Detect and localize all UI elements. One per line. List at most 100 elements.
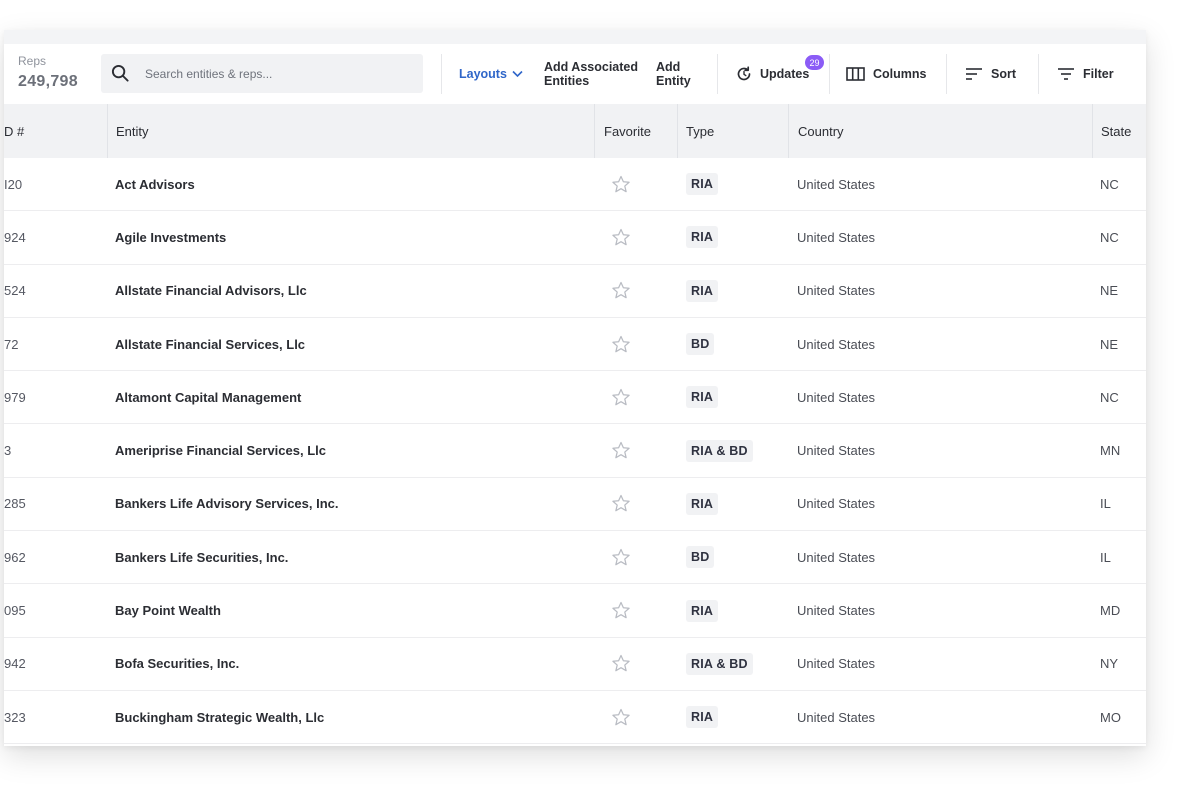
- cell-id: 323: [4, 709, 26, 725]
- cell-entity[interactable]: Bofa Securities, Inc.: [115, 638, 239, 690]
- layouts-label: Layouts: [459, 67, 507, 81]
- star-outline-icon[interactable]: [611, 638, 631, 690]
- cell-type: RIA: [686, 371, 719, 423]
- star-outline-icon[interactable]: [611, 691, 631, 743]
- cell-country: United States: [797, 603, 876, 619]
- type-badge: RIA: [686, 492, 719, 515]
- type-badge: RIA: [686, 706, 719, 729]
- star-outline-icon[interactable]: [611, 584, 631, 636]
- cell-entity[interactable]: Ameriprise Financial Services, Llc: [115, 425, 326, 477]
- cell-type: RIA: [686, 478, 719, 530]
- cell-country: United States: [797, 229, 876, 245]
- star-outline-icon[interactable]: [611, 211, 631, 263]
- column-header-entity[interactable]: Entity: [116, 104, 149, 158]
- toolbar: Reps 249,798 Layouts Add Associated Enti…: [4, 44, 1146, 104]
- toolbar-divider: [441, 54, 442, 94]
- columns-button[interactable]: Columns: [846, 44, 926, 104]
- cell-country: United States: [797, 336, 876, 352]
- star-outline-icon[interactable]: [611, 318, 631, 370]
- star-outline-icon[interactable]: [611, 265, 631, 317]
- cell-entity[interactable]: Bankers Life Advisory Services, Inc.: [115, 478, 339, 530]
- table-row[interactable]: 924 Agile Investments RIA United States NC: [4, 211, 1146, 265]
- cell-entity[interactable]: Bay Point Wealth: [115, 584, 221, 636]
- cell-country: United States: [797, 656, 876, 672]
- add-associated-label-line2: Entities: [544, 74, 590, 88]
- cell-type: BD: [686, 531, 715, 583]
- cell-state: NC: [1100, 229, 1119, 245]
- cell-entity[interactable]: Act Advisors: [115, 158, 195, 210]
- layouts-dropdown[interactable]: Layouts: [459, 44, 523, 104]
- search-icon: [111, 64, 130, 88]
- column-separator: [594, 104, 595, 158]
- cell-type: RIA: [686, 158, 719, 210]
- table-row[interactable]: 524 Allstate Financial Advisors, Llc RIA Un…: [4, 265, 1146, 318]
- type-badge: RIA: [686, 173, 719, 196]
- column-header-favorite[interactable]: Favorite: [604, 104, 651, 158]
- cell-state: IL: [1100, 496, 1111, 512]
- refresh-icon: [736, 66, 752, 82]
- cell-id: 924: [4, 229, 26, 245]
- filter-label: Filter: [1083, 67, 1114, 81]
- table-row[interactable]: 285 Bankers Life Advisory Services, Inc. R…: [4, 478, 1146, 532]
- column-header-id[interactable]: D #: [4, 104, 24, 158]
- cell-country: United States: [797, 443, 876, 459]
- table-row[interactable]: 962 Bankers Life Securities, Inc. BD United…: [4, 531, 1146, 585]
- cell-entity[interactable]: Agile Investments: [115, 211, 226, 263]
- add-associated-entities-button[interactable]: Add Associated Entities: [544, 44, 638, 104]
- cell-country: United States: [797, 709, 876, 725]
- search-box[interactable]: [101, 54, 423, 93]
- sort-button[interactable]: Sort: [965, 44, 1016, 104]
- cell-state: NY: [1100, 656, 1119, 672]
- sort-icon: [965, 67, 983, 81]
- column-header-state[interactable]: State: [1101, 104, 1131, 158]
- cell-state: MO: [1100, 709, 1121, 725]
- table-row[interactable]: 095 Bay Point Wealth RIA United States MD: [4, 584, 1146, 638]
- cell-id: 942: [4, 656, 26, 672]
- cell-state: MD: [1100, 603, 1121, 619]
- table-header: D # Entity Favorite Type Country State: [4, 104, 1146, 158]
- updates-button[interactable]: Updates: [736, 44, 809, 104]
- cell-country: United States: [797, 549, 876, 565]
- cell-state: IL: [1100, 549, 1111, 565]
- star-outline-icon[interactable]: [611, 425, 631, 477]
- type-badge: RIA: [686, 386, 719, 409]
- toolbar-divider: [717, 54, 718, 94]
- add-entity-button[interactable]: Add Entity: [656, 44, 691, 104]
- cell-entity[interactable]: Allstate Financial Advisors, Llc: [115, 265, 307, 317]
- cell-id: 095: [4, 603, 26, 619]
- cell-type: RIA: [686, 584, 719, 636]
- star-outline-icon[interactable]: [611, 158, 631, 210]
- cell-entity[interactable]: Allstate Financial Services, Llc: [115, 318, 305, 370]
- star-outline-icon[interactable]: [611, 478, 631, 530]
- type-badge: RIA: [686, 226, 719, 249]
- column-separator: [1092, 104, 1093, 158]
- type-badge: RIA: [686, 599, 719, 622]
- cell-id: 3: [4, 443, 12, 459]
- cell-entity[interactable]: Altamont Capital Management: [115, 371, 301, 423]
- table-row[interactable]: 323 Buckingham Strategic Wealth, Llc RIA Un…: [4, 691, 1146, 745]
- column-header-type[interactable]: Type: [686, 104, 714, 158]
- column-header-country[interactable]: Country: [798, 104, 844, 158]
- table-row[interactable]: 3 Ameriprise Financial Services, Llc RIA &…: [4, 425, 1146, 478]
- column-separator: [107, 104, 108, 158]
- cell-entity[interactable]: Bankers Life Securities, Inc.: [115, 531, 288, 583]
- table-row[interactable]: 942 Bofa Securities, Inc. RIA & BD United S…: [4, 638, 1146, 691]
- table-row[interactable]: I20 Act Advisors RIA United States NC: [4, 158, 1146, 212]
- search-input[interactable]: [145, 54, 415, 93]
- entities-panel: Reps 249,798 Layouts Add Associated Enti…: [4, 30, 1146, 746]
- star-outline-icon[interactable]: [611, 371, 631, 423]
- table-row[interactable]: 72 Allstate Financial Services, Llc BD Unit…: [4, 318, 1146, 372]
- cell-country: United States: [797, 496, 876, 512]
- cell-type: RIA: [686, 211, 719, 263]
- table-row[interactable]: 979 Altamont Capital Management RIA United …: [4, 371, 1146, 425]
- panel-top-strip: [4, 30, 1146, 44]
- cell-state: MN: [1100, 443, 1121, 459]
- filter-button[interactable]: Filter: [1057, 44, 1114, 104]
- add-associated-label-line1: Add Associated: [544, 60, 639, 74]
- cell-entity[interactable]: Buckingham Strategic Wealth, Llc: [115, 691, 324, 743]
- star-outline-icon[interactable]: [611, 531, 631, 583]
- cell-country: United States: [797, 389, 876, 405]
- columns-icon: [846, 67, 865, 81]
- add-entity-label-line2: Entity: [656, 74, 691, 88]
- cell-id: 962: [4, 549, 26, 565]
